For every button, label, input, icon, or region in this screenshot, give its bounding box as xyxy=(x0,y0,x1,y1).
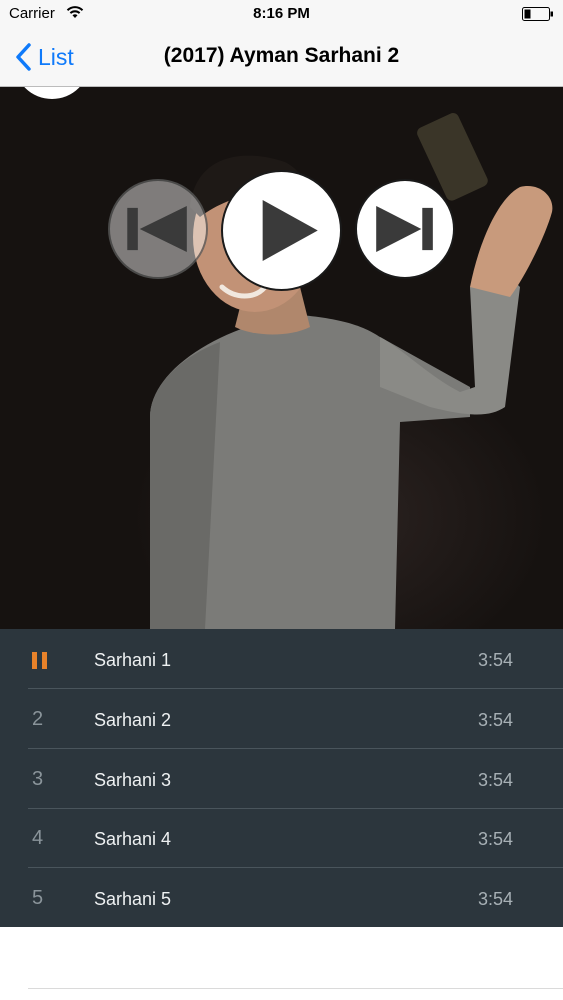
skip-previous-icon xyxy=(127,205,187,253)
track-row-4[interactable]: 4 Sarhani 4 3:54 xyxy=(0,808,563,868)
track-list: Sarhani 1 3:54 2 Sarhani 2 3:54 3 Sarhan… xyxy=(0,629,563,927)
track-duration: 3:54 xyxy=(477,889,513,909)
track-number: 5 xyxy=(32,887,44,909)
play-icon xyxy=(262,200,318,261)
pause-icon xyxy=(32,652,47,669)
battery-icon xyxy=(522,7,553,21)
artist-photo xyxy=(150,113,553,629)
bottom-divider xyxy=(28,988,563,989)
track-number: 3 xyxy=(32,768,44,790)
previous-track-button[interactable] xyxy=(108,179,208,279)
album-artwork xyxy=(0,87,563,629)
track-number: 4 xyxy=(32,827,44,849)
clock: 8:16 PM xyxy=(253,5,310,22)
track-duration: 3:54 xyxy=(477,770,513,790)
track-duration: 3:54 xyxy=(477,829,513,849)
track-duration: 3:54 xyxy=(477,710,513,730)
track-row-1[interactable]: Sarhani 1 3:54 xyxy=(0,629,563,689)
track-title: Sarhani 1 xyxy=(94,650,172,670)
play-button[interactable] xyxy=(221,170,342,291)
track-duration: 3:54 xyxy=(477,650,513,670)
track-title: Sarhani 3 xyxy=(94,770,172,790)
page-title: (2017) Ayman Sarhani 2 xyxy=(163,44,400,67)
track-row-3[interactable]: 3 Sarhani 3 3:54 xyxy=(0,749,563,809)
navigation-bar: List (2017) Ayman Sarhani 2 xyxy=(0,28,563,87)
status-bar: Carrier 8:16 PM xyxy=(0,0,563,28)
next-track-button[interactable] xyxy=(355,179,455,279)
track-title: Sarhani 2 xyxy=(94,710,172,730)
track-row-2[interactable]: 2 Sarhani 2 3:54 xyxy=(0,689,563,749)
track-number: 2 xyxy=(32,708,44,730)
track-title: Sarhani 5 xyxy=(94,889,172,909)
track-title: Sarhani 4 xyxy=(94,829,172,849)
skip-next-icon xyxy=(376,205,433,253)
track-row-5[interactable]: 5 Sarhani 5 3:54 xyxy=(0,868,563,928)
